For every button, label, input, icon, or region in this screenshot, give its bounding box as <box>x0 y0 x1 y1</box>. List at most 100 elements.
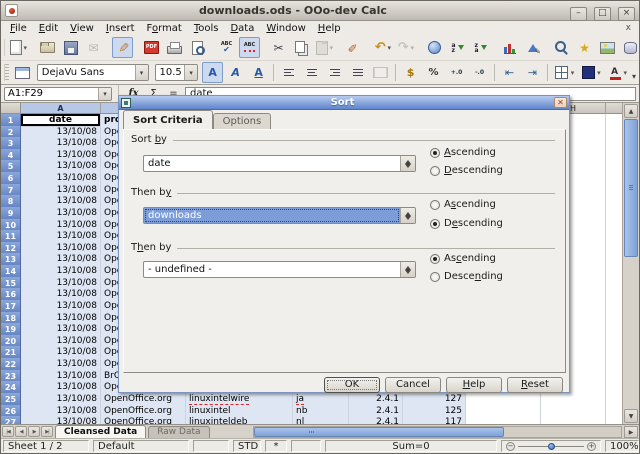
then-by-2-ascending-radio[interactable] <box>430 254 440 264</box>
print-button[interactable] <box>164 37 185 58</box>
vertical-scrollbar[interactable]: ▲ ▼ <box>622 103 639 424</box>
menu-item-help[interactable]: Help <box>312 23 347 34</box>
font-name-combo[interactable]: DejaVu Sans▾ <box>37 64 149 81</box>
combo-spinner[interactable] <box>400 156 415 171</box>
sort-by-combo[interactable]: date <box>143 155 416 172</box>
cell-D27[interactable]: nl <box>293 416 349 424</box>
font-color-button[interactable]: ▾ <box>605 62 629 83</box>
hyperlink-button[interactable] <box>424 37 445 58</box>
delete-decimal-button[interactable] <box>469 62 490 83</box>
zoom-slider-handle[interactable] <box>548 443 555 450</box>
close-document-icon[interactable]: x <box>621 23 636 33</box>
status-page-style[interactable]: Default <box>93 440 189 452</box>
draw-functions-button[interactable] <box>522 37 543 58</box>
cell-E27[interactable]: 2.4.1 <box>349 416 403 424</box>
sort-by-ascending-label[interactable]: Ascending <box>444 147 496 158</box>
next-sheet-button[interactable]: ▶ <box>28 426 40 437</box>
increase-indent-button[interactable] <box>522 62 543 83</box>
paste-button[interactable]: ▾ <box>314 37 335 58</box>
scroll-down-icon[interactable]: ▼ <box>624 409 638 423</box>
combo-spinner[interactable] <box>400 208 415 223</box>
redo-button[interactable]: ▾ <box>395 37 416 58</box>
cell-H27[interactable] <box>541 416 606 424</box>
horizontal-scrollbar-thumb[interactable] <box>254 427 504 437</box>
last-sheet-button[interactable]: ▶| <box>41 426 53 437</box>
open-button[interactable] <box>37 37 58 58</box>
add-decimal-button[interactable] <box>446 62 467 83</box>
format-paintbrush-button[interactable] <box>343 37 364 58</box>
font-size-combo[interactable]: 10.5▾ <box>155 64 199 81</box>
edit-file-button[interactable] <box>112 37 133 58</box>
spellcheck-button[interactable] <box>216 37 237 58</box>
window-titlebar[interactable]: downloads.ods - OOo-dev Calc – □ × <box>1 1 639 21</box>
data-sources-button[interactable] <box>620 37 639 58</box>
menu-item-tools[interactable]: Tools <box>188 23 225 34</box>
menu-item-view[interactable]: View <box>64 23 100 34</box>
sort-by-descending-label[interactable]: Descending <box>444 165 503 176</box>
cut-button[interactable] <box>268 37 289 58</box>
navigator-button[interactable] <box>574 37 595 58</box>
bold-button[interactable] <box>202 62 223 83</box>
zoom-in-icon[interactable]: + <box>587 442 596 451</box>
then-by-2-ascending-label[interactable]: Ascending <box>444 253 496 264</box>
decrease-indent-button[interactable] <box>499 62 520 83</box>
cell-A27[interactable]: 13/10/08 <box>21 416 101 424</box>
currency-button[interactable] <box>400 62 421 83</box>
combo-spinner[interactable] <box>400 262 415 277</box>
gallery-button[interactable] <box>597 37 618 58</box>
previous-sheet-button[interactable]: ◀ <box>15 426 27 437</box>
menu-item-format[interactable]: Format <box>141 23 188 34</box>
horizontal-scrollbar[interactable] <box>253 426 622 438</box>
scroll-up-icon[interactable]: ▲ <box>624 104 638 118</box>
sort-descending-button[interactable] <box>470 37 491 58</box>
align-left-button[interactable] <box>278 62 299 83</box>
first-sheet-button[interactable]: |◀ <box>2 426 14 437</box>
minimize-button[interactable]: – <box>570 7 587 21</box>
export-pdf-button[interactable] <box>141 37 162 58</box>
toolbar-grip[interactable] <box>4 64 9 80</box>
name-box-dropdown-icon[interactable]: ▾ <box>98 88 111 100</box>
cancel-button[interactable]: Cancel <box>385 377 441 393</box>
cell-A1[interactable]: date <box>21 114 101 127</box>
background-color-button[interactable]: ▾ <box>578 62 602 83</box>
italic-button[interactable] <box>225 62 246 83</box>
save-button[interactable] <box>60 37 81 58</box>
zoom-slider-track[interactable] <box>518 446 584 447</box>
then-by-2-combo[interactable]: - undefined - <box>143 261 416 278</box>
underline-button[interactable] <box>248 62 269 83</box>
zoom-slider[interactable]: − + <box>501 440 601 452</box>
menu-item-insert[interactable]: Insert <box>100 23 141 34</box>
sheet-tab-cleansed-data[interactable]: Cleansed Data <box>55 425 146 438</box>
sort-dialog-titlebar[interactable]: Sort ✕ <box>119 96 569 110</box>
status-selection-mode[interactable]: STD <box>233 440 261 452</box>
align-justified-button[interactable] <box>347 62 368 83</box>
sort-by-ascending-radio[interactable] <box>430 148 440 158</box>
copy-button[interactable] <box>291 37 312 58</box>
cell-C27[interactable]: linuxinteldeb <box>186 416 293 424</box>
percent-button[interactable] <box>423 62 444 83</box>
select-all-corner[interactable] <box>1 103 21 114</box>
zoom-out-icon[interactable]: − <box>506 442 515 451</box>
cell-F27[interactable]: 117 <box>403 416 466 424</box>
undo-button[interactable]: ▾ <box>372 37 393 58</box>
close-button[interactable]: × <box>618 7 635 21</box>
scroll-right-icon[interactable]: ▶ <box>624 426 638 438</box>
then-by-1-descending-radio[interactable] <box>430 219 440 229</box>
align-center-button[interactable] <box>301 62 322 83</box>
vertical-scrollbar-thumb[interactable] <box>624 119 638 257</box>
reset-button[interactable]: Reset <box>507 377 563 393</box>
maximize-button[interactable]: □ <box>594 7 611 21</box>
toolbar-grip[interactable] <box>4 39 5 57</box>
status-sum[interactable]: Sum=0 <box>325 440 497 452</box>
then-by-2-descending-radio[interactable] <box>430 272 440 282</box>
toolbar-more-icon[interactable]: ▾ <box>632 72 636 81</box>
then-by-1-ascending-label[interactable]: Ascending <box>444 199 496 210</box>
then-by-1-descending-label[interactable]: Descending <box>444 218 503 229</box>
ok-button[interactable]: OK <box>324 377 380 393</box>
name-box[interactable]: A1:F29 ▾ <box>4 87 112 101</box>
row-header-27[interactable]: 27 <box>1 416 21 424</box>
insert-chart-button[interactable] <box>499 37 520 58</box>
cell-B27[interactable]: OpenOffice.org <box>101 416 186 424</box>
sheet-tab-raw-data[interactable]: Raw Data <box>148 426 209 438</box>
email-button[interactable] <box>83 37 104 58</box>
